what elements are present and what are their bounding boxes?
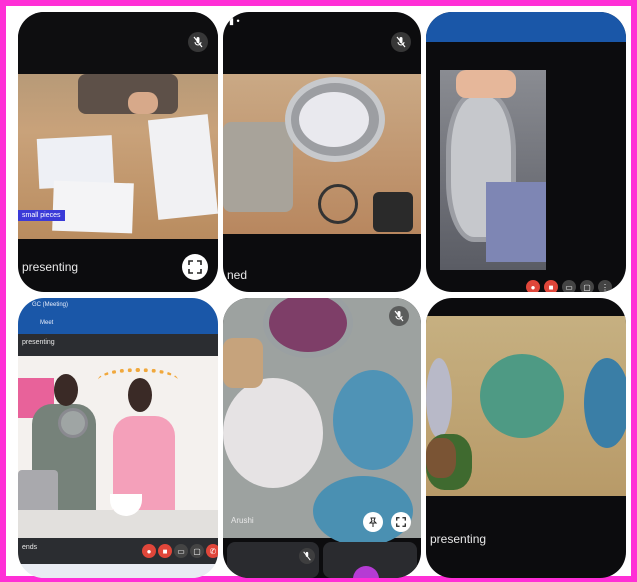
mic-off-icon[interactable] [389,306,409,326]
presenting-label: presenting [430,532,487,546]
meet-controls-bar [18,538,218,564]
video-tile-6[interactable]: presenting [426,298,626,578]
presenting-bar-label: presenting [22,339,55,346]
mic-off-button[interactable]: ● [526,280,540,292]
taskbar [18,564,218,578]
fullscreen-icon[interactable] [182,254,208,280]
present-button[interactable]: ▢ [190,544,204,558]
mic-off-icon[interactable] [188,32,208,52]
more-vert-icon[interactable]: ⋮ [598,280,612,292]
video-tile-1[interactable]: small pieces presenting [18,12,218,292]
mic-off-button[interactable]: ● [142,544,156,558]
footer-text: ends [22,544,38,551]
end-call-button[interactable]: ✆ [206,544,218,558]
browser-tab-title: GC (Meeting) [32,302,69,308]
video-tile-2[interactable]: ▮ • ned [223,12,421,292]
browser-tab-sub: Meet [40,320,54,326]
top-bar [426,12,626,42]
presenting-label: presenting [22,260,79,274]
video-tile-4[interactable]: GC (Meeting) Meet presenting ends ● ■ ▭ … [18,298,218,578]
mic-off-icon[interactable] [391,32,411,52]
participant-name: Arushi [231,516,254,525]
fullscreen-icon[interactable] [391,512,411,532]
mic-off-icon[interactable] [299,548,315,564]
pin-icon[interactable] [363,512,383,532]
video-caption: small pieces [18,210,65,221]
camera-off-button[interactable]: ■ [158,544,172,558]
camera-off-button[interactable]: ■ [544,280,558,292]
video-tile-5[interactable]: Arushi [223,298,421,578]
captions-button[interactable]: ▭ [174,544,188,558]
present-button[interactable]: ▢ [580,280,594,292]
video-tile-3[interactable]: ● ■ ▭ ▢ ⋮ [426,12,626,292]
captions-button[interactable]: ▭ [562,280,576,292]
status-bar-text: ▮ • [229,16,240,26]
presenting-label: ned [227,268,248,282]
screenshot-collage: small pieces presenting ▮ • ned ● ■ ▭ ▢ … [6,6,631,578]
